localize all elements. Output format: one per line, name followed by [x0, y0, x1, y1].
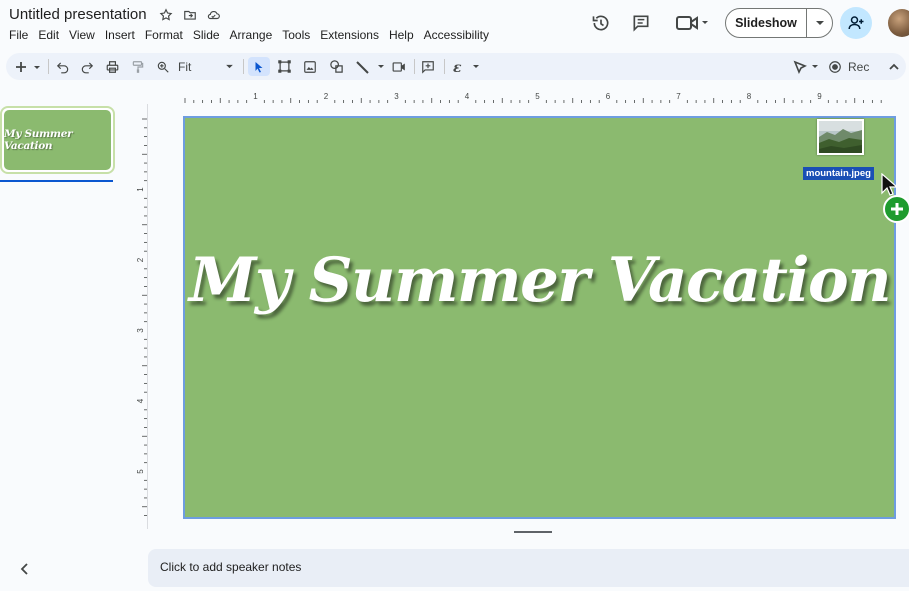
app-header: Untitled presentation File Edit View Ins… [0, 0, 909, 50]
ruler-label: 4 [136, 398, 145, 403]
toolbar-divider [444, 59, 445, 74]
meet-icon[interactable] [674, 12, 710, 34]
menu-edit[interactable]: Edit [38, 28, 59, 42]
ruler-label: 5 [535, 92, 540, 101]
equation-icon[interactable]: ε [450, 57, 484, 76]
ruler-label: 8 [747, 92, 752, 101]
ruler-label: 9 [817, 92, 822, 101]
zoom-select[interactable]: Fit [178, 57, 234, 76]
image-icon[interactable] [300, 57, 320, 76]
line-tool-icon[interactable] [352, 57, 390, 76]
redo-icon[interactable] [78, 57, 96, 76]
collapse-toolbar-icon[interactable] [886, 57, 902, 76]
thumbnail-selection-indicator [0, 180, 113, 182]
undo-icon[interactable] [54, 57, 72, 76]
speaker-notes[interactable]: Click to add speaker notes [148, 549, 909, 587]
collapse-panel-icon[interactable] [20, 562, 30, 578]
title-actions [158, 7, 221, 22]
shape-icon[interactable] [326, 57, 346, 76]
menu-format[interactable]: Format [145, 28, 183, 42]
svg-text:ε: ε [453, 60, 462, 74]
slide-thumbnail-canvas: My Summer Vacation [4, 110, 111, 170]
ruler-label: 1 [253, 92, 258, 101]
select-tool-icon[interactable] [248, 57, 270, 76]
slide-thumbnail-1[interactable]: My Summer Vacation [0, 106, 115, 174]
ruler-label: 3 [136, 328, 145, 333]
slideshow-label[interactable]: Slideshow [726, 16, 806, 30]
ruler-label: 7 [676, 92, 681, 101]
menu-tools[interactable]: Tools [282, 28, 310, 42]
toolbar-divider [414, 59, 415, 74]
share-button[interactable] [840, 7, 872, 39]
notes-resize-handle[interactable] [514, 531, 552, 533]
menu-extensions[interactable]: Extensions [320, 28, 379, 42]
pointer-icon[interactable] [792, 57, 822, 76]
video-icon[interactable] [390, 57, 408, 76]
record-button[interactable]: Rec [828, 57, 874, 76]
ruler-label: 3 [394, 92, 399, 101]
menu-help[interactable]: Help [389, 28, 414, 42]
ruler-label: 4 [465, 92, 470, 101]
menu-view[interactable]: View [69, 28, 95, 42]
move-folder-icon[interactable] [182, 7, 197, 22]
slide-thumbnail-title: My Summer Vacation [4, 128, 73, 152]
slideshow-button[interactable]: Slideshow [725, 8, 833, 38]
menu-insert[interactable]: Insert [105, 28, 135, 42]
ruler-label: 6 [606, 92, 611, 101]
cloud-status-icon[interactable] [206, 7, 221, 22]
canvas-edge [147, 104, 148, 529]
horizontal-ruler[interactable]: 1 2 3 4 5 6 7 8 9 [148, 92, 909, 104]
new-slide-icon[interactable] [14, 57, 42, 76]
ruler-label: 2 [136, 257, 145, 262]
star-icon[interactable] [158, 7, 173, 22]
frame-select-icon[interactable] [274, 57, 294, 76]
dragged-image-preview [817, 119, 864, 155]
toolbar-divider [48, 59, 49, 74]
add-comment-icon[interactable] [419, 57, 437, 76]
toolbar: Fit ε Rec [6, 53, 906, 80]
zoom-value: Fit [178, 59, 192, 74]
slide-title[interactable]: My Summer Vacation [185, 245, 894, 316]
slide-canvas[interactable]: My Summer Vacation [183, 116, 896, 519]
toolbar-divider [243, 59, 244, 74]
ruler-label: 2 [324, 92, 329, 101]
menu-slide[interactable]: Slide [193, 28, 220, 42]
menu-file[interactable]: File [9, 28, 28, 42]
dragged-file-label: mountain.jpeg [803, 167, 874, 180]
add-person-icon [848, 16, 864, 30]
zoom-icon[interactable] [154, 57, 172, 76]
document-title[interactable]: Untitled presentation [9, 6, 147, 23]
version-history-icon[interactable] [590, 12, 612, 34]
print-icon[interactable] [103, 57, 121, 76]
record-label: Rec [848, 59, 870, 74]
comments-icon[interactable] [630, 12, 652, 34]
slideshow-dropdown-icon[interactable] [807, 20, 832, 26]
record-icon [829, 60, 841, 73]
user-avatar[interactable] [888, 9, 909, 37]
zoom-dropdown-icon [226, 64, 233, 69]
menu-arrange[interactable]: Arrange [230, 28, 273, 42]
ruler-label: 5 [136, 469, 145, 474]
paint-format-icon[interactable] [129, 57, 147, 76]
menu-accessibility[interactable]: Accessibility [424, 28, 489, 42]
drop-add-icon [883, 195, 909, 223]
menu-bar: File Edit View Insert Format Slide Arran… [9, 28, 499, 42]
ruler-label: 1 [136, 187, 145, 192]
